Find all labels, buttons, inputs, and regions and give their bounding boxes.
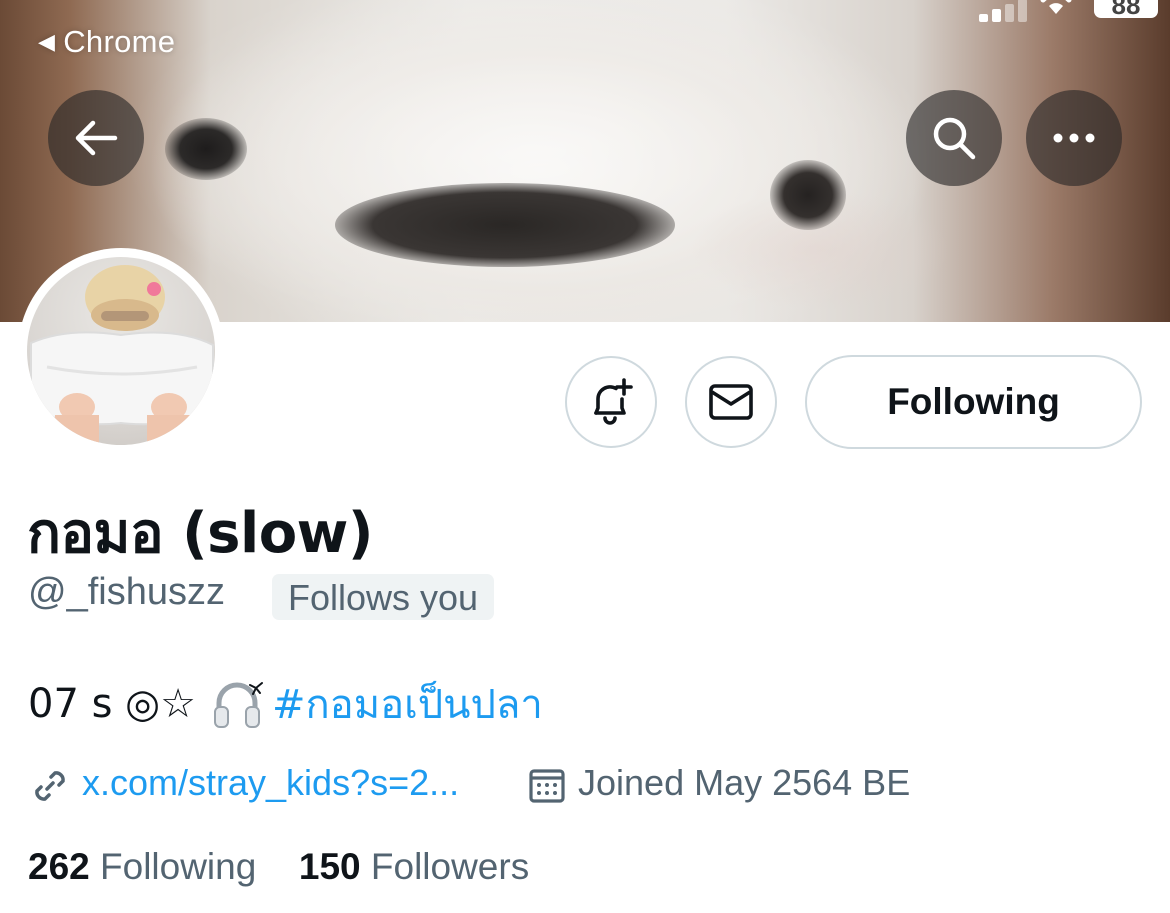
bio-hashtag-link[interactable]: #กอมอเป็นปลา xyxy=(272,672,543,736)
avatar-image xyxy=(27,257,215,445)
followers-count: 150 xyxy=(298,846,361,887)
profile-website-link[interactable]: x.com/stray_kids?s=2... xyxy=(82,762,459,804)
user-handle: @_fishuszz xyxy=(28,571,225,613)
cellular-signal-icon xyxy=(979,0,1029,22)
joined-date: Joined May 2564 BE xyxy=(578,762,911,803)
profile-meta: x.com/stray_kids?s=2... Joined May 2564 … xyxy=(28,760,1148,810)
back-button[interactable] xyxy=(48,90,144,186)
following-count-label: Following xyxy=(100,846,257,887)
more-horizontal-icon xyxy=(1053,133,1095,143)
back-app-label: Chrome xyxy=(63,24,176,59)
follows-you-badge: Follows you xyxy=(272,574,495,620)
arrow-left-icon xyxy=(75,120,118,156)
search-icon xyxy=(933,117,976,160)
banner-mouth xyxy=(335,183,675,267)
message-button[interactable] xyxy=(685,356,777,448)
notifications-button[interactable] xyxy=(565,356,657,448)
bio-text: 07 s ◎☆ xyxy=(28,681,196,727)
more-options-button[interactable] xyxy=(1026,90,1122,186)
link-icon xyxy=(35,771,65,801)
wifi-icon xyxy=(1040,0,1072,14)
display-name: กอมอ (slow) xyxy=(27,501,374,566)
search-button[interactable] xyxy=(906,90,1002,186)
following-count: 262 xyxy=(28,846,90,887)
mail-icon xyxy=(709,384,753,420)
back-to-app-link[interactable]: ◀ Chrome xyxy=(38,24,175,60)
headphones-icon xyxy=(213,682,263,728)
follow-counts: 262 Following 150 Followers xyxy=(28,846,529,888)
banner-right-eye xyxy=(770,160,846,230)
profile-bio: 07 s ◎☆ #กอมอเป็นปลา xyxy=(28,672,543,736)
followers-count-label: Followers xyxy=(370,846,530,887)
following-button[interactable]: Following xyxy=(805,355,1142,449)
profile-avatar[interactable] xyxy=(18,248,224,454)
battery-indicator: 88 xyxy=(1094,0,1158,18)
following-count-link[interactable]: 262 Following xyxy=(28,846,256,887)
followers-count-link[interactable]: 150 Followers xyxy=(299,846,529,887)
calendar-icon xyxy=(529,769,565,803)
bell-plus-icon xyxy=(594,378,633,425)
banner-left-eye xyxy=(165,118,247,180)
back-triangle-icon: ◀ xyxy=(38,29,56,54)
